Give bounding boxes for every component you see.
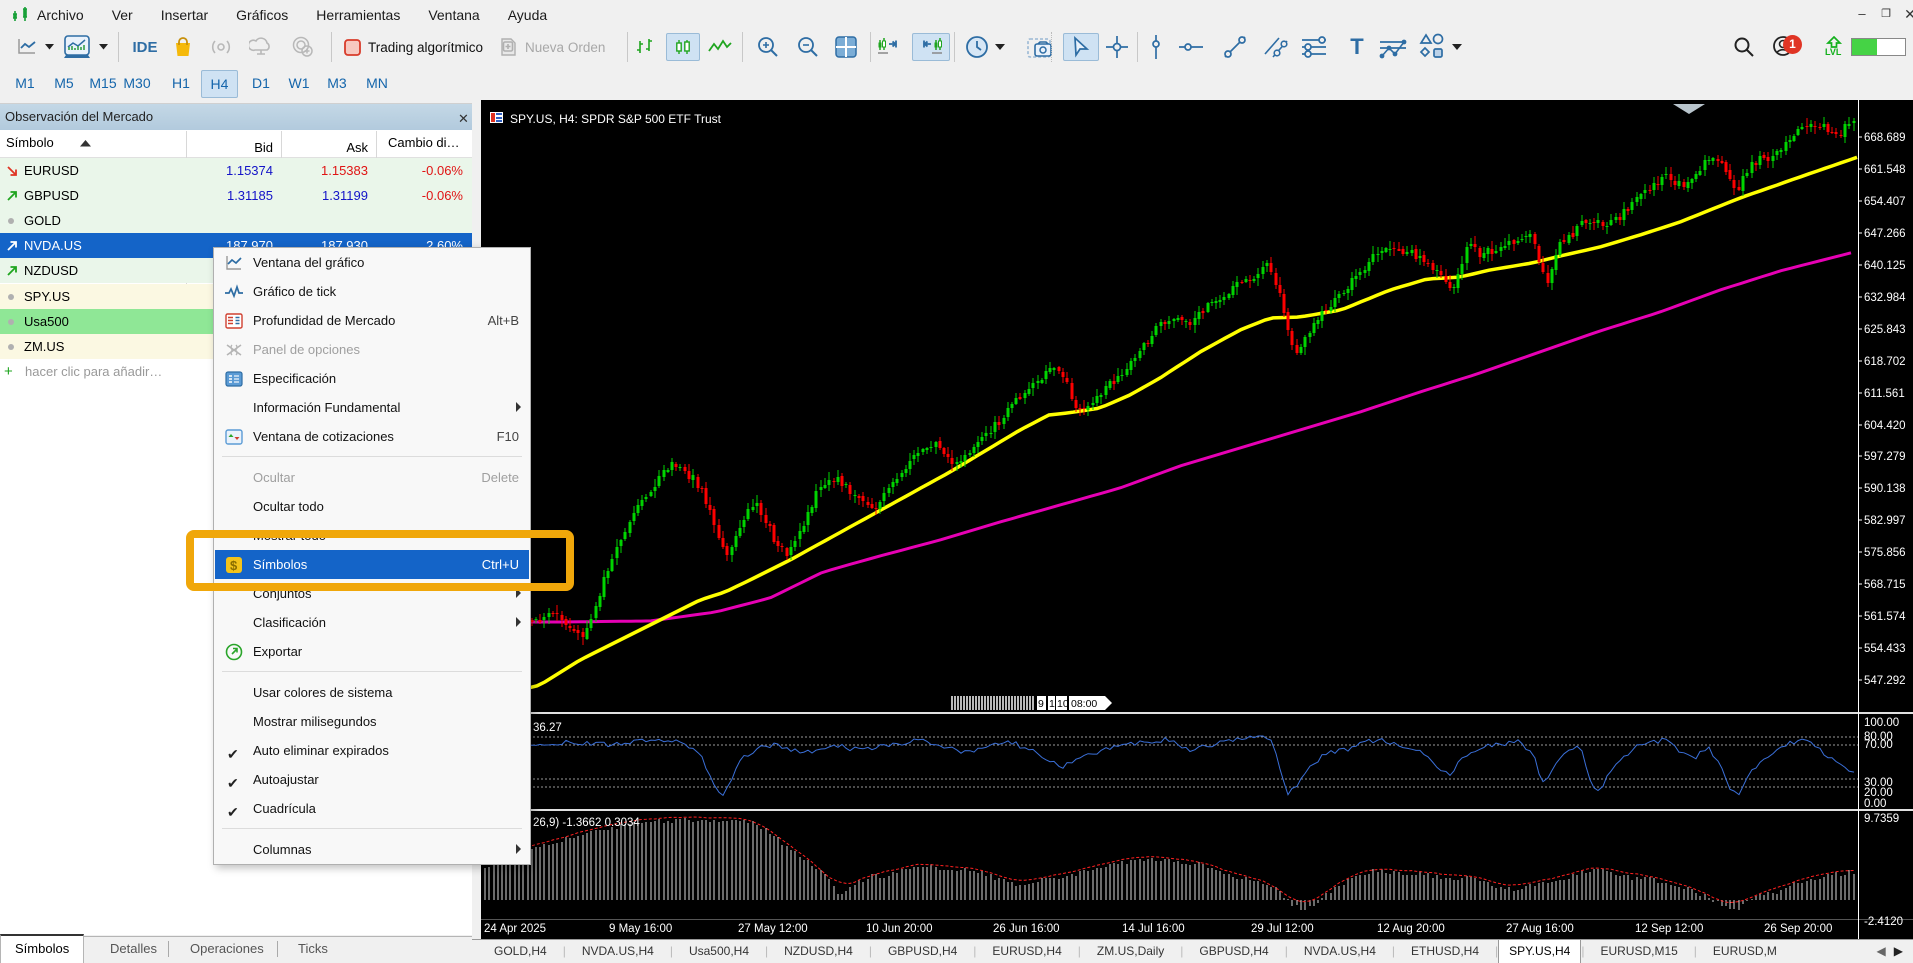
svg-text:582.997: 582.997: [1864, 515, 1906, 527]
svg-text:1: 1: [1049, 698, 1055, 710]
svg-text:9: 9: [1038, 698, 1044, 710]
svg-text:547.292: 547.292: [1864, 675, 1906, 687]
svg-text:568.715: 568.715: [1864, 579, 1906, 591]
svg-text:597.279: 597.279: [1864, 451, 1906, 463]
svg-text:-2.4120: -2.4120: [1864, 916, 1903, 928]
svg-text:575.856: 575.856: [1864, 547, 1906, 559]
svg-text:640.125: 640.125: [1864, 260, 1906, 272]
svg-text:24 Apr 2025: 24 Apr 2025: [484, 923, 546, 935]
svg-text:12 Aug 20:00: 12 Aug 20:00: [1377, 923, 1445, 935]
svg-text:0.00: 0.00: [1864, 798, 1886, 810]
svg-text:632.984: 632.984: [1864, 292, 1906, 304]
svg-text:618.702: 618.702: [1864, 356, 1906, 368]
svg-text:654.407: 654.407: [1864, 196, 1906, 208]
svg-text:554.433: 554.433: [1864, 643, 1906, 655]
svg-text:661.548: 661.548: [1864, 164, 1906, 176]
svg-text:9 May 16:00: 9 May 16:00: [609, 923, 672, 935]
svg-text:9.7359: 9.7359: [1864, 813, 1899, 825]
svg-text:647.266: 647.266: [1864, 228, 1906, 240]
svg-text:27 Aug 16:00: 27 Aug 16:00: [1506, 923, 1574, 935]
svg-text:SPY.US, H4: SPDR S&P 500 ETF: SPY.US, H4: SPDR S&P 500 ETF Trust: [510, 112, 722, 126]
svg-text:590.138: 590.138: [1864, 483, 1906, 495]
svg-text:625.843: 625.843: [1864, 324, 1906, 336]
svg-text:100.00: 100.00: [1864, 717, 1899, 729]
svg-text:611.561: 611.561: [1864, 388, 1905, 400]
svg-text:26,9) -1.3662 0.3034: 26,9) -1.3662 0.3034: [533, 817, 640, 829]
svg-text:70.00: 70.00: [1864, 739, 1893, 751]
svg-text:604.420: 604.420: [1864, 420, 1906, 432]
svg-text:668.689: 668.689: [1864, 132, 1906, 144]
svg-text:36.27: 36.27: [533, 722, 562, 734]
svg-text:08:00: 08:00: [1071, 698, 1097, 710]
svg-text:26 Sep 20:00: 26 Sep 20:00: [1764, 923, 1832, 935]
svg-text:561.574: 561.574: [1864, 611, 1906, 623]
svg-text:10 Jun 20:00: 10 Jun 20:00: [866, 923, 933, 935]
svg-text:29 Jul 12:00: 29 Jul 12:00: [1251, 923, 1314, 935]
svg-text:10: 10: [1057, 698, 1069, 710]
svg-text:26 Jun 16:00: 26 Jun 16:00: [993, 923, 1060, 935]
svg-text:27 May 12:00: 27 May 12:00: [738, 923, 808, 935]
svg-text:14 Jul 16:00: 14 Jul 16:00: [1122, 923, 1185, 935]
svg-text:12 Sep 12:00: 12 Sep 12:00: [1635, 923, 1703, 935]
